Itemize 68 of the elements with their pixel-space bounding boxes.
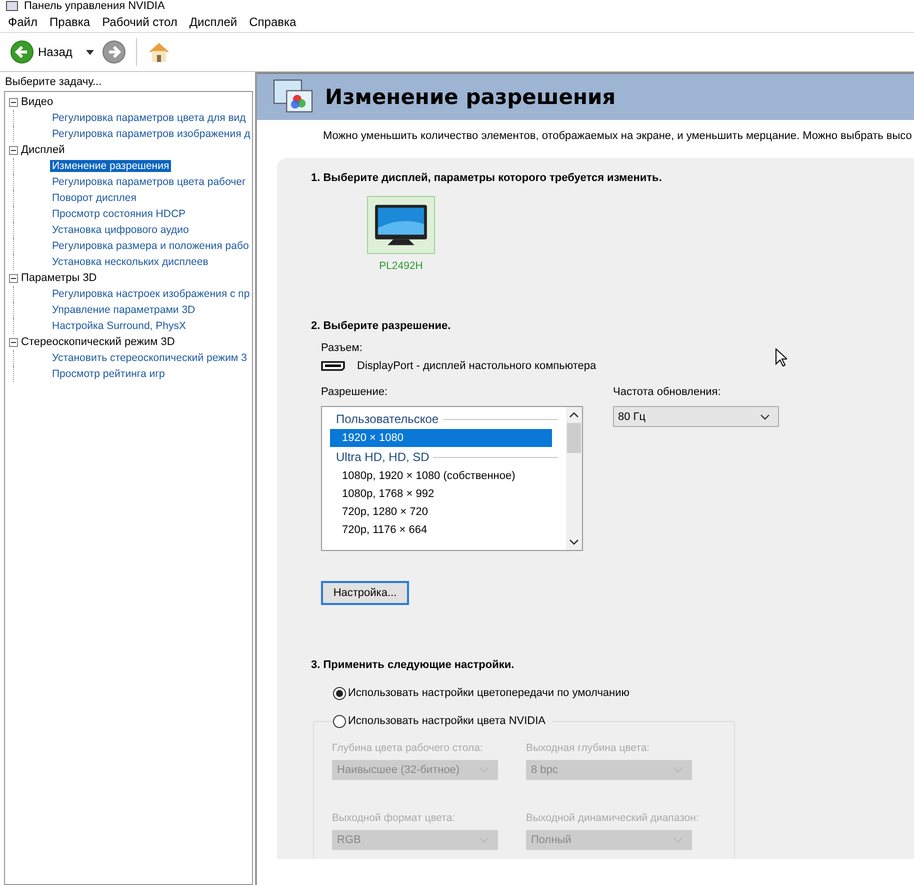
field-label: Выходная глубина цвета: xyxy=(526,742,651,754)
mouse-cursor-icon xyxy=(775,348,787,367)
tree-item[interactable]: Регулировка настроек изображения с пр xyxy=(50,288,252,300)
tree-item[interactable]: Регулировка параметров цвета рабочег xyxy=(50,176,248,188)
display-name: PL2492H xyxy=(379,260,423,272)
section-heading: 2. Выберите разрешение. xyxy=(311,320,452,332)
tree-category[interactable]: Дисплей xyxy=(21,144,65,156)
menu-item[interactable]: Правка xyxy=(44,15,96,29)
tree-item[interactable]: Установка нескольких дисплеев xyxy=(50,256,210,268)
tree-item[interactable]: Регулировка параметров изображения д xyxy=(50,128,252,140)
refresh-rate-label: Частота обновления: xyxy=(613,386,722,398)
tree-category[interactable]: Параметры 3D xyxy=(21,272,97,284)
tree-item[interactable]: Просмотр состояния HDCP xyxy=(50,208,188,220)
field-label: Выходной динамический диапазон: xyxy=(526,812,700,824)
app-icon xyxy=(6,1,18,11)
tree-item[interactable]: Изменение разрешения xyxy=(50,160,172,172)
tree-item[interactable]: Установить стереоскопический режим 3 xyxy=(50,352,249,364)
refresh-rate-dropdown[interactable]: 80 Гц xyxy=(613,406,779,427)
sidebar-heading: Выберите задачу... xyxy=(4,75,103,90)
section-heading: 3. Применить следующие настройки. xyxy=(311,659,516,671)
tree-item[interactable]: Регулировка размера и положения рабо xyxy=(50,240,251,252)
resolution-option[interactable]: 1080p, 1920 × 1080 (собственное) xyxy=(330,467,552,485)
tree-item[interactable]: Настройка Surround, PhysX xyxy=(50,320,188,332)
menu-item[interactable]: Рабочий стол xyxy=(96,15,184,29)
scrollbar[interactable] xyxy=(566,407,582,550)
resolution-option[interactable]: 1080p, 1768 × 992 xyxy=(330,485,552,503)
resolution-option[interactable]: 720p, 1280 × 720 xyxy=(330,503,552,521)
tree-item[interactable]: Регулировка параметров цвета для вид xyxy=(50,112,248,124)
scroll-down-icon[interactable] xyxy=(569,539,579,545)
menu-item[interactable]: Справка xyxy=(243,15,302,29)
field-label: Глубина цвета рабочего стола: xyxy=(332,742,484,754)
home-icon[interactable] xyxy=(147,40,172,64)
displayport-icon xyxy=(321,361,345,371)
scroll-thumb[interactable] xyxy=(567,423,581,453)
radio-button[interactable] xyxy=(333,686,346,700)
radio-label[interactable]: Использовать настройки цвета NVIDIA xyxy=(348,715,546,727)
menu-item[interactable]: Файл xyxy=(2,15,44,29)
resolution-list[interactable]: Пользовательское 1920 × 1080 Ultra HD, HD, SD 1080p, 1920 × 1080 (собственное) 1080p, 1768 × 992 720p, 1280 × 720 720p, 1176 × 664 xyxy=(321,406,583,551)
group-header: Пользовательское xyxy=(336,412,439,426)
menu-item[interactable]: Дисплей xyxy=(183,15,244,29)
collapse-icon[interactable] xyxy=(9,146,18,154)
connector-label: Разъем: xyxy=(321,342,364,354)
tree-item[interactable]: Просмотр рейтинга игр xyxy=(50,368,167,380)
window-title: Панель управления NVIDIA xyxy=(24,0,165,12)
page-title: Изменение разрешения xyxy=(325,85,616,109)
resolution-option[interactable]: 1920 × 1080 xyxy=(330,429,552,447)
tree-category[interactable]: Стереоскопический режим 3D xyxy=(21,336,175,348)
collapse-icon[interactable] xyxy=(9,338,18,346)
group-header: Ultra HD, HD, SD xyxy=(336,450,430,464)
dropdown-caret-icon[interactable] xyxy=(86,50,94,54)
collapse-icon[interactable] xyxy=(9,98,18,106)
chevron-down-icon xyxy=(760,414,770,420)
section-heading: 1. Выберите дисплей, параметры которого требуется изменить. xyxy=(311,172,663,184)
scroll-up-icon[interactable] xyxy=(569,412,579,418)
connector-value: DisplayPort - дисплей настольного компьютера xyxy=(357,360,596,372)
field-label: Выходной формат цвета: xyxy=(332,812,456,824)
resolution-label: Разрешение: xyxy=(321,386,389,398)
collapse-icon[interactable] xyxy=(9,274,18,282)
tree-item[interactable]: Установка цифрового аудио xyxy=(50,224,191,236)
tree-item[interactable]: Поворот дисплея xyxy=(50,192,138,204)
tree-item[interactable]: Управление параметрами 3D xyxy=(50,304,198,316)
resolution-option[interactable]: 720p, 1176 × 664 xyxy=(330,521,552,539)
back-button[interactable]: Назад xyxy=(10,40,72,64)
radio-button[interactable] xyxy=(333,714,346,728)
customize-button[interactable]: Настройка... xyxy=(321,581,409,605)
display-tile[interactable] xyxy=(367,196,435,254)
tree-category[interactable]: Видео xyxy=(21,96,54,108)
radio-label[interactable]: Использовать настройки цветопередачи по умолчанию xyxy=(348,687,630,699)
